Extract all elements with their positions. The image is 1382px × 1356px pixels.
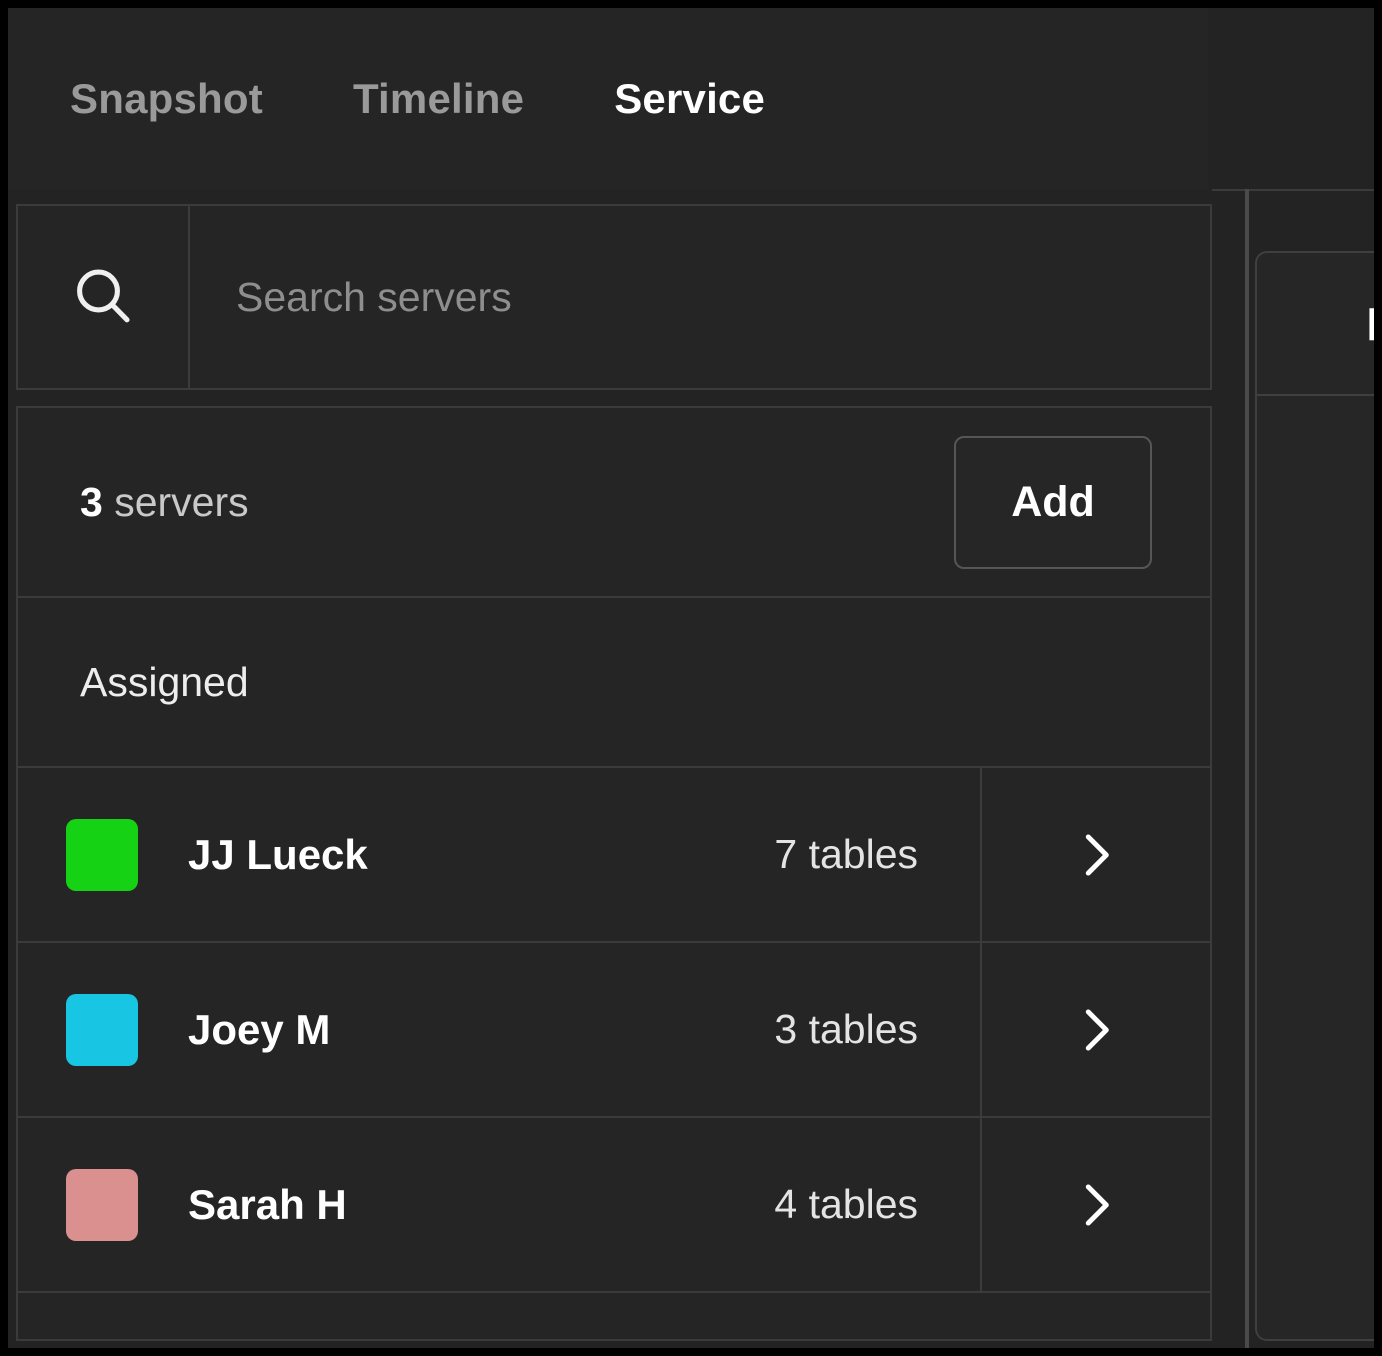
server-count-noun: servers	[103, 479, 249, 525]
server-color-swatch	[66, 994, 138, 1066]
server-table-count: 4 tables	[774, 1181, 940, 1228]
tab-timeline[interactable]: Timeline	[353, 78, 524, 120]
server-row-open-button[interactable]	[982, 768, 1210, 941]
server-count-row: 3 servers Add	[18, 408, 1210, 598]
server-row-main[interactable]: Sarah H 4 tables	[18, 1118, 982, 1291]
add-server-button[interactable]: Add	[954, 436, 1152, 569]
server-table-count: 3 tables	[774, 1006, 940, 1053]
server-count-number: 3	[80, 479, 103, 525]
server-row[interactable]: Joey M 3 tables	[18, 943, 1210, 1118]
chevron-right-icon	[1065, 824, 1127, 886]
server-row-main[interactable]: JJ Lueck 7 tables	[18, 768, 982, 941]
server-list-panel: 3 servers Add Assigned JJ Lueck 7 tables	[16, 406, 1212, 1341]
tab-snapshot[interactable]: Snapshot	[70, 78, 263, 120]
tab-bar: Snapshot Timeline Service	[8, 8, 1208, 189]
server-row-open-button[interactable]	[982, 1118, 1210, 1291]
app-root: Snapshot Timeline Service 3 servers	[0, 0, 1382, 1356]
detail-card-header: R	[1257, 253, 1374, 396]
tab-service[interactable]: Service	[614, 78, 765, 120]
section-header-assigned: Assigned	[18, 598, 1210, 768]
server-name: Joey M	[188, 1006, 330, 1054]
pane-divider	[1245, 189, 1249, 1348]
server-table-count: 7 tables	[774, 831, 940, 878]
server-row[interactable]: JJ Lueck 7 tables	[18, 768, 1210, 943]
server-color-swatch	[66, 1169, 138, 1241]
server-name: Sarah H	[188, 1181, 347, 1229]
server-row-open-button[interactable]	[982, 943, 1210, 1116]
chevron-right-icon	[1065, 1174, 1127, 1236]
server-name: JJ Lueck	[188, 831, 368, 879]
server-color-swatch	[66, 819, 138, 891]
detail-card: R	[1255, 251, 1374, 1341]
server-row[interactable]: Sarah H 4 tables	[18, 1118, 1210, 1293]
app-stage: Snapshot Timeline Service 3 servers	[8, 8, 1374, 1348]
search-icon	[67, 261, 139, 333]
server-row-main[interactable]: Joey M 3 tables	[18, 943, 982, 1116]
list-trailing-space	[18, 1293, 1210, 1341]
search-input[interactable]	[190, 206, 1210, 388]
search-icon-button[interactable]	[18, 206, 190, 388]
search-bar	[16, 204, 1212, 390]
section-header-label: Assigned	[80, 659, 249, 706]
detail-card-title: R	[1366, 297, 1374, 351]
chevron-right-icon	[1065, 999, 1127, 1061]
server-count-label: 3 servers	[80, 479, 249, 526]
